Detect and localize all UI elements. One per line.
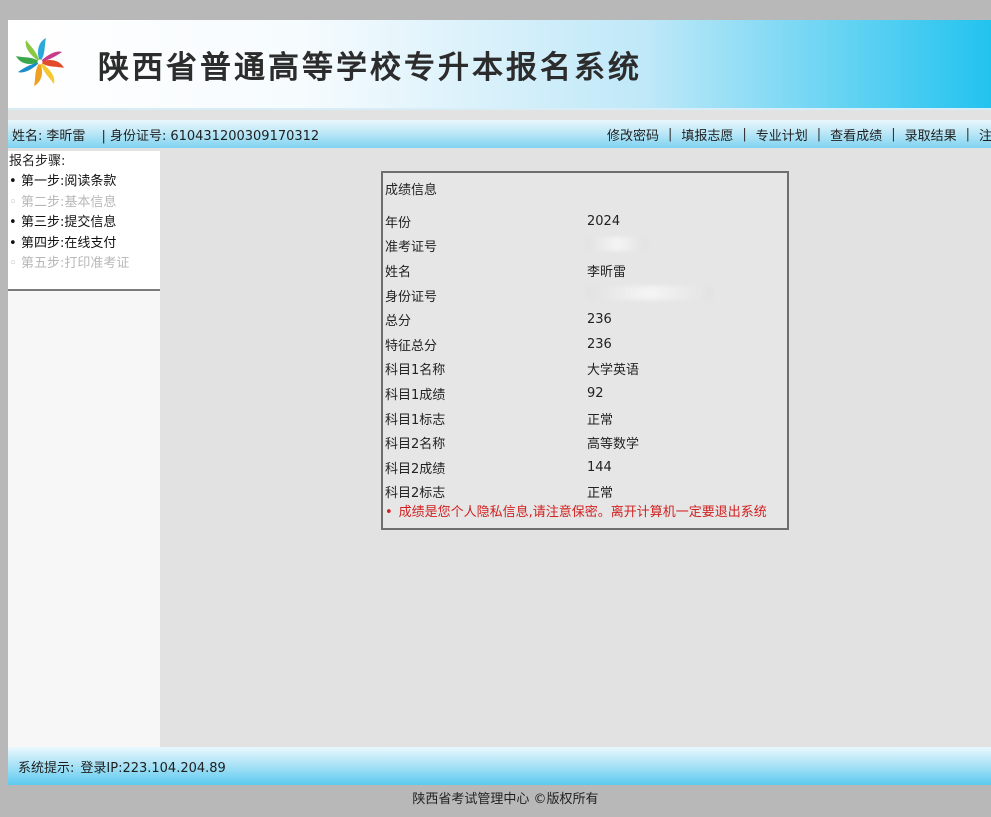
status-label: 系统提示: <box>18 760 75 776</box>
score-row: 科目1名称 大学英语 <box>385 357 787 382</box>
row-value: 高等数学 <box>587 437 640 453</box>
step-print-admission-ticket: ◦ 第五步:打印准考证 <box>8 254 160 275</box>
nav-separator: | <box>891 126 896 142</box>
sidebar: 报名步骤: • 第一步:阅读条款 ◦ 第二步:基本信息 • 第三步:提交信息 • 第四步… <box>8 151 160 747</box>
header-banner: 陕西省普通高等学校专升本报名系统 <box>8 20 991 110</box>
nav-view-scores[interactable]: 查看成绩 <box>830 125 882 144</box>
step-label: 第二步:基本信息 <box>21 194 117 210</box>
row-value: 2024 <box>587 213 621 229</box>
user-info: 姓名: 李昕雷 | 身份证号: 610431200309170312 <box>8 125 323 144</box>
step-label: 第五步:打印准考证 <box>21 256 130 271</box>
score-panel-title: 成绩信息 <box>385 183 438 198</box>
row-label: 科目2标志 <box>385 486 446 502</box>
copyright-footer: 陕西省考试管理中心 ©版权所有 <box>412 792 599 807</box>
row-label: 科目2成绩 <box>385 461 446 477</box>
privacy-notice: • 成绩是您个人隐私信息,请注意保密。离开计算机一定要退出系统 <box>385 502 787 524</box>
main-content: 成绩信息 年份 2024 准考证号 姓名 李昕雷 身份证号 总分 236 特征总分 23… <box>160 151 991 747</box>
row-value: 144 <box>587 459 612 475</box>
nav-separator: | <box>816 126 822 142</box>
name-label: 姓名: <box>12 128 43 144</box>
row-value: 92 <box>587 385 604 401</box>
row-value: 大学英语 <box>587 363 640 379</box>
nav-fill-preferences[interactable]: 填报志愿 <box>681 125 733 144</box>
score-row: 特征总分 236 <box>385 332 787 357</box>
row-value-redacted <box>587 286 787 304</box>
step-online-payment[interactable]: • 第四步:在线支付 <box>8 234 160 255</box>
score-row: 准考证号 <box>385 234 787 259</box>
row-label: 科目1标志 <box>385 412 446 428</box>
info-separator: | <box>101 128 106 144</box>
score-row: 年份 2024 <box>385 209 787 234</box>
id-value: 610431200309170312 <box>170 128 320 144</box>
top-nav: 修改密码 | 填报志愿 | 专业计划 | 查看成绩 | 录取结果 | 注销 <box>607 125 991 144</box>
nav-logout[interactable]: 注销 <box>979 125 991 144</box>
hollow-bullet-icon: ◦ <box>9 256 17 271</box>
status-bar: 系统提示: 登录IP:223.104.204.89 <box>8 747 991 785</box>
score-row: 科目2名称 高等数学 <box>385 430 787 455</box>
score-row: 姓名 李昕雷 <box>385 258 787 283</box>
row-label: 特征总分 <box>385 338 438 354</box>
row-label: 身份证号 <box>385 289 438 305</box>
nav-major-plan[interactable]: 专业计划 <box>756 125 808 144</box>
row-value-redacted <box>587 236 787 255</box>
registration-steps: 报名步骤: • 第一步:阅读条款 ◦ 第二步:基本信息 • 第三步:提交信息 • 第四步… <box>8 151 160 291</box>
nav-separator: | <box>965 126 970 142</box>
privacy-notice-text: 成绩是您个人隐私信息,请注意保密。离开计算机一定要退出系统 <box>398 505 767 521</box>
score-row: 科目1标志 正常 <box>385 406 787 431</box>
row-label: 准考证号 <box>385 240 438 256</box>
filled-bullet-icon: • <box>9 235 17 251</box>
step-submit-info[interactable]: • 第三步:提交信息 <box>8 213 160 234</box>
row-label: 科目1名称 <box>385 363 446 379</box>
score-row: 科目2标志 正常 <box>385 480 787 505</box>
row-label: 科目2名称 <box>385 437 446 453</box>
score-row: 科目2成绩 144 <box>385 455 787 480</box>
row-label: 总分 <box>385 314 412 330</box>
bullet-icon: • <box>385 505 393 521</box>
nav-separator: | <box>667 126 673 142</box>
row-value: 236 <box>587 312 612 328</box>
name-value: 李昕雷 <box>46 128 86 144</box>
row-value: 正常 <box>587 486 614 502</box>
step-basic-info: ◦ 第二步:基本信息 <box>8 193 160 214</box>
row-value: 236 <box>587 336 612 352</box>
nav-change-password[interactable]: 修改密码 <box>607 125 659 144</box>
site-title: 陕西省普通高等学校专升本报名系统 <box>98 50 642 86</box>
nav-separator: | <box>742 126 747 142</box>
row-label: 科目1成绩 <box>385 387 446 403</box>
login-ip: 登录IP:223.104.204.89 <box>80 760 226 776</box>
id-label: 身份证号: <box>109 128 167 144</box>
row-value: 李昕雷 <box>587 264 627 280</box>
row-label: 年份 <box>385 215 412 231</box>
pinwheel-logo-icon <box>16 38 64 86</box>
filled-bullet-icon: • <box>9 215 17 230</box>
nav-admission-result[interactable]: 录取结果 <box>905 125 957 144</box>
step-read-terms[interactable]: • 第一步:阅读条款 <box>8 172 160 193</box>
app-frame: 陕西省普通高等学校专升本报名系统 姓名: 李昕雷 | 身份证号: 6104312003… <box>8 20 991 785</box>
hollow-bullet-icon: ◦ <box>9 194 17 210</box>
steps-title: 报名步骤: <box>9 154 66 169</box>
step-label: 第三步:提交信息 <box>21 215 117 230</box>
step-label: 第一步:阅读条款 <box>21 174 117 189</box>
score-row: 科目1成绩 92 <box>385 381 787 406</box>
row-value: 正常 <box>587 412 614 428</box>
row-label: 姓名 <box>385 264 412 280</box>
score-row: 身份证号 <box>385 283 787 308</box>
score-info-panel: 成绩信息 年份 2024 准考证号 姓名 李昕雷 身份证号 总分 236 特征总分 23… <box>381 171 789 530</box>
step-label: 第四步:在线支付 <box>21 235 117 251</box>
user-info-bar: 姓名: 李昕雷 | 身份证号: 610431200309170312 修改密码 | 填… <box>8 120 991 148</box>
score-row: 总分 236 <box>385 307 787 332</box>
filled-bullet-icon: • <box>9 174 17 189</box>
